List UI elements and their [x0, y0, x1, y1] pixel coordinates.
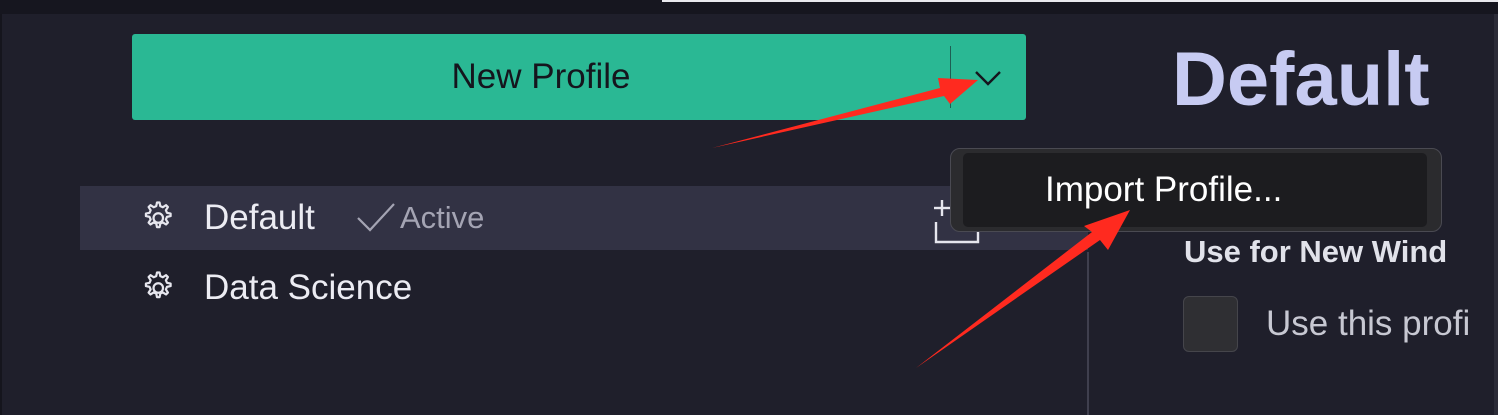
profile-name: Data Science — [204, 268, 413, 307]
page-title: Default — [1172, 37, 1430, 122]
checkmark-icon — [357, 203, 395, 232]
split-button-divider — [950, 46, 951, 108]
right-edge — [1494, 14, 1498, 415]
left-edge — [0, 14, 2, 415]
use-for-new-windows-checkbox[interactable] — [1183, 296, 1238, 352]
checkbox-label: Use this profi — [1266, 304, 1471, 343]
profile-item-default[interactable]: Default Active — [80, 186, 1088, 250]
profile-name: Default — [204, 198, 315, 237]
menu-item-import-profile[interactable]: Import Profile... — [963, 153, 1427, 227]
gear-icon — [138, 199, 176, 237]
setting-heading: Use for New Wind — [1184, 234, 1448, 269]
chevron-down-icon[interactable] — [966, 58, 1010, 96]
active-label: Active — [400, 200, 485, 235]
new-profile-button[interactable]: New Profile — [132, 34, 1026, 120]
profile-dropdown-menu: Import Profile... — [950, 148, 1442, 232]
window-top-strip — [0, 0, 1498, 14]
active-badge: Active — [356, 186, 484, 250]
profile-item-data-science[interactable]: Data Science — [80, 256, 1088, 320]
new-profile-label: New Profile — [451, 57, 631, 96]
panel-divider — [1087, 252, 1089, 415]
import-profile-label: Import Profile... — [1045, 170, 1283, 209]
top-highlight-bar — [662, 0, 1498, 2]
gear-icon — [138, 269, 176, 307]
